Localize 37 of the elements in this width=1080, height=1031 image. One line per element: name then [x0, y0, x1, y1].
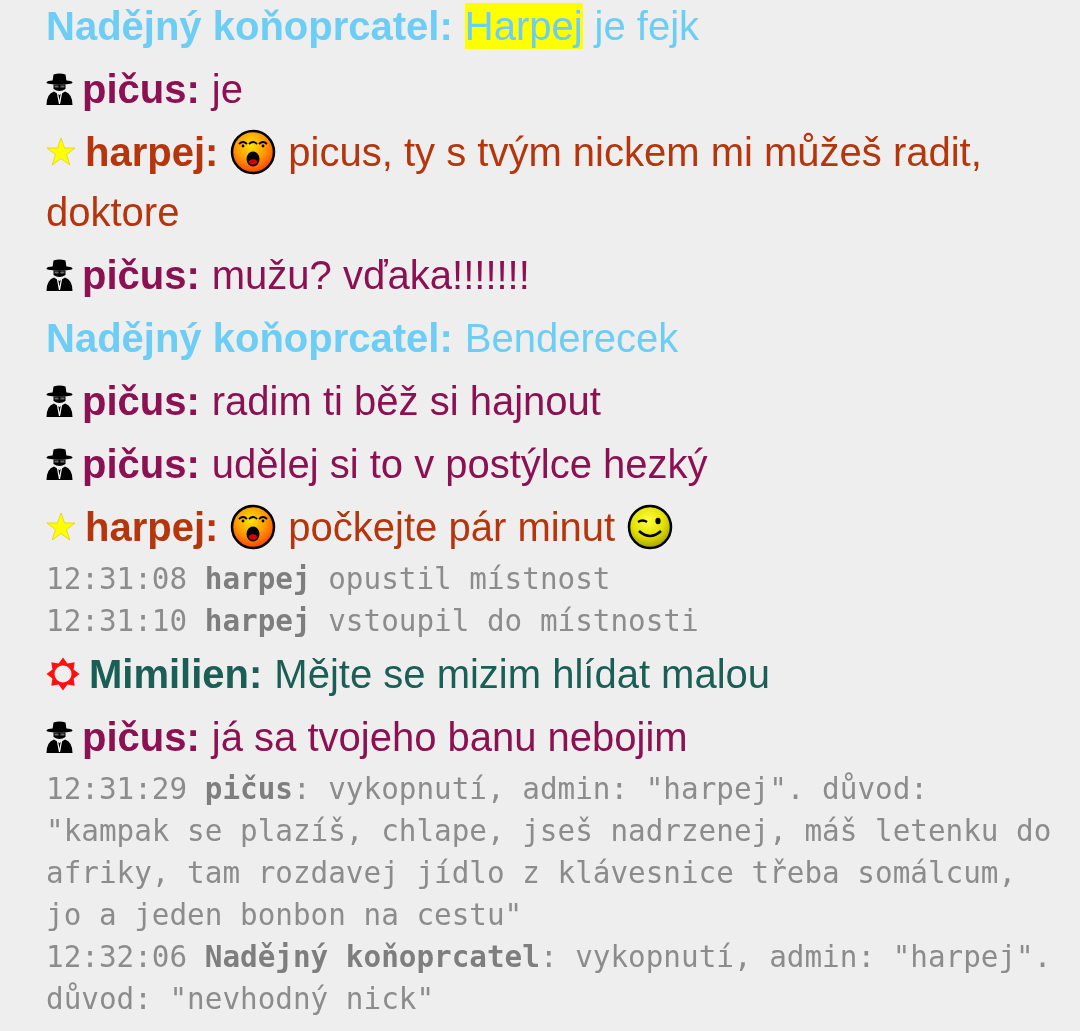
- user-name: harpej:: [85, 503, 219, 551]
- user-name: pičus:: [82, 440, 200, 488]
- message-text: je fejk: [594, 2, 700, 50]
- shouting-face-icon: [230, 503, 277, 550]
- highlighted-mention: Harpej: [464, 2, 583, 49]
- system-message: 12:32:06 Nadějný koňoprcatel: vykopnutí, admin: "harpej". důvod: "nevhodný nick": [46, 939, 1053, 1018]
- message-text: picus, ty s tvým nickem mi můžeš radit,: [288, 128, 982, 176]
- message-text: Mějte se mizim hlídat malou: [274, 650, 771, 698]
- user-name: pičus:: [82, 251, 200, 299]
- user-name: pičus:: [82, 713, 200, 761]
- system-message: 12:31:08 harpej opustil místnost: [46, 561, 612, 598]
- message-text: mužu? vďaka!!!!!!!: [211, 251, 530, 299]
- user-name: Mimilien:: [89, 650, 263, 698]
- user-name: pičus:: [82, 65, 200, 113]
- message-text: doktore: [46, 188, 180, 236]
- star-icon: [46, 512, 76, 542]
- message-text: radim ti běž si hajnout: [211, 377, 601, 425]
- system-message: 12:31:29 pičus: vykopnutí, admin: "harpej". důvod: "kampak se plazíš, chlape, jseš nadrzenej, máš letenku do afriky, tam rozdavej jídlo z klávesnice třeba somálcum, jo a jeden bonbon na cestu": [46, 771, 1053, 934]
- spy-icon: [46, 447, 73, 480]
- spy-icon: [46, 72, 73, 105]
- sun-icon: [46, 656, 80, 691]
- system-message: 12:31:10 harpej vstoupil do místnosti: [46, 603, 700, 640]
- message-text: udělej si to v postýlce hezký: [211, 440, 708, 488]
- star-icon: [46, 137, 76, 167]
- spy-icon: [46, 720, 73, 753]
- shouting-face-icon: [230, 128, 277, 175]
- message-text: počkejte pár minut: [288, 503, 616, 551]
- user-name: pičus:: [82, 377, 200, 425]
- spy-icon: [46, 384, 73, 417]
- message-text: je: [211, 65, 243, 113]
- spy-icon: [46, 258, 73, 291]
- user-name: Nadějný koňoprcatel:: [46, 2, 453, 50]
- user-name: harpej:: [85, 128, 219, 176]
- message-text: já sa tvojeho banu nebojim: [211, 713, 688, 761]
- user-name: Nadějný koňoprcatel:: [46, 314, 453, 362]
- winking-face-icon: [627, 503, 674, 550]
- message-text: Benderecek: [464, 314, 679, 362]
